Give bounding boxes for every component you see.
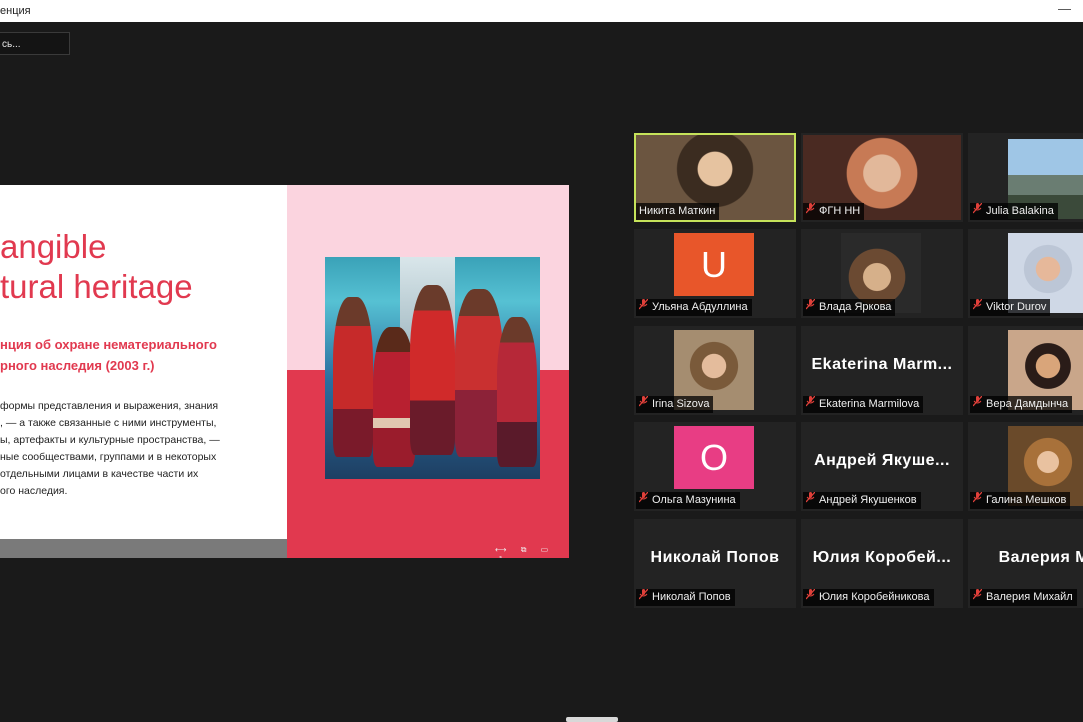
mic-off-icon <box>638 298 649 316</box>
mic-off-icon <box>972 491 983 509</box>
participant-name-label: Николай Попов <box>636 588 735 606</box>
participant-name: Галина Мешков <box>986 494 1067 506</box>
participant-name: ФГН НН <box>819 205 861 217</box>
mic-off-icon <box>805 202 816 220</box>
mic-off-icon <box>972 298 983 316</box>
mic-off-icon <box>638 491 649 509</box>
slide-body-line: , — а также связанные с ними инструменты… <box>0 417 217 429</box>
participant-name-label: Андрей Якушенков <box>803 491 921 509</box>
participant-display-name: Валерия Ми <box>998 549 1083 566</box>
mic-off-icon <box>638 588 649 606</box>
slide-body-line: отдельными лицами в качестве части их <box>0 468 199 480</box>
participant-tile[interactable]: Валерия Ми Валерия Михайл <box>968 519 1083 608</box>
minimize-button[interactable]: — <box>1058 1 1071 16</box>
participant-name-label: Вера Дамдынча <box>970 395 1073 413</box>
participant-name: Никита Маткин <box>639 205 716 217</box>
mic-off-icon <box>805 395 816 413</box>
mic-off-icon <box>805 298 816 316</box>
mic-off-icon <box>805 491 816 509</box>
participant-tile[interactable]: Ekaterina Marm... Ekaterina Marmilova <box>801 326 963 415</box>
participant-name-label: Ульяна Абдуллина <box>636 298 752 316</box>
slide-progress-bar <box>0 539 287 558</box>
participant-display-name: Ekaterina Marm... <box>811 356 953 373</box>
participant-name-label: Viktor Durov <box>970 298 1051 316</box>
participant-tile[interactable]: Вера Дамдынча <box>968 326 1083 415</box>
participant-avatar: O <box>674 426 754 489</box>
participant-name-label: ФГН НН <box>803 202 865 220</box>
participant-name-label: Никита Маткин <box>636 203 720 220</box>
slide-body-line: формы представления и выражения, знания <box>0 400 219 412</box>
window-title: енция <box>0 5 31 17</box>
slide-controls[interactable]: ⟷ ⧉ ▭ ⤢ <box>495 545 569 558</box>
participant-name-label: Валерия Михайл <box>970 588 1077 606</box>
participant-tile[interactable]: O Ольга Мазунина <box>634 422 796 511</box>
toolbar-handle[interactable] <box>566 717 618 722</box>
participant-name-label: Влада Яркова <box>803 298 896 316</box>
slide-body-line: ы, артефакты и культурные пространства, … <box>0 434 220 446</box>
mic-off-icon <box>805 588 816 606</box>
participant-name-label: Ольга Мазунина <box>636 491 740 509</box>
participant-name: Николай Попов <box>652 591 731 603</box>
participant-tile[interactable]: U Ульяна Абдуллина <box>634 229 796 318</box>
participant-name-label: Ekaterina Marmilova <box>803 395 924 413</box>
participant-name: Ульяна Абдуллина <box>652 301 748 313</box>
participant-name: Андрей Якушенков <box>819 494 917 506</box>
participant-avatar: U <box>674 233 754 296</box>
mic-off-icon <box>638 395 649 413</box>
participant-display-name: Николай Попов <box>650 549 780 566</box>
participant-tile[interactable]: Николай Попов Николай Попов <box>634 519 796 608</box>
slide-title: angible tural heritage <box>0 227 193 307</box>
mic-off-icon <box>972 395 983 413</box>
view-options-button[interactable]: сь... <box>0 32 70 55</box>
participant-name-label: Irina Sizova <box>636 395 714 413</box>
slide-body-line: ные сообществами, группами и в некоторых <box>0 451 217 463</box>
participant-name: Ольга Мазунина <box>652 494 736 506</box>
participant-name: Влада Яркова <box>819 301 892 313</box>
slide-title-line: angible <box>0 228 107 265</box>
participant-tile[interactable]: Viktor Durov <box>968 229 1083 318</box>
participant-name-label: Галина Мешков <box>970 491 1071 509</box>
slide-body-line: ого наследия. <box>0 485 68 497</box>
slide-title-line: tural heritage <box>0 268 193 305</box>
participant-name-label: Юлия Коробейникова <box>803 588 934 606</box>
participant-name: Юлия Коробейникова <box>819 591 930 603</box>
title-bar: енция — <box>0 0 1083 22</box>
participant-tile[interactable]: Irina Sizova <box>634 326 796 415</box>
participant-name-label: Julia Balakina <box>970 202 1058 220</box>
mic-off-icon <box>972 202 983 220</box>
slide-subtitle-line: рного наследия (2003 г.) <box>0 358 155 373</box>
participant-tile[interactable]: Влада Яркова <box>801 229 963 318</box>
participant-name: Валерия Михайл <box>986 591 1073 603</box>
slide-photo <box>325 257 540 479</box>
photo-figure <box>373 327 415 467</box>
shared-slide: angible tural heritage нция об охране не… <box>0 185 569 558</box>
participant-name: Ekaterina Marmilova <box>819 398 920 410</box>
participant-tile[interactable]: Никита Маткин <box>634 133 796 222</box>
slide-subtitle: нция об охране нематериального рного нас… <box>0 334 217 376</box>
photo-figure <box>410 285 455 455</box>
participant-tile[interactable]: Андрей Якуше... Андрей Якушенков <box>801 422 963 511</box>
photo-figure <box>333 297 373 457</box>
participant-tile[interactable]: Julia Balakina <box>968 133 1083 222</box>
slide-body: формы представления и выражения, знания … <box>0 398 220 500</box>
slide-subtitle-line: нция об охране нематериального <box>0 337 217 352</box>
participant-display-name: Андрей Якуше... <box>814 452 950 469</box>
mic-off-icon <box>972 588 983 606</box>
participant-name: Viktor Durov <box>986 301 1047 313</box>
participant-name: Julia Balakina <box>986 205 1054 217</box>
participant-tile[interactable]: ФГН НН <box>801 133 963 222</box>
photo-figure <box>497 317 537 467</box>
participant-display-name: Юлия Коробей... <box>812 549 952 566</box>
photo-figure <box>455 289 503 457</box>
participant-tile[interactable]: Галина Мешков <box>968 422 1083 511</box>
participant-name: Irina Sizova <box>652 398 710 410</box>
participant-tile[interactable]: Юлия Коробей... Юлия Коробейникова <box>801 519 963 608</box>
participant-name: Вера Дамдынча <box>986 398 1069 410</box>
